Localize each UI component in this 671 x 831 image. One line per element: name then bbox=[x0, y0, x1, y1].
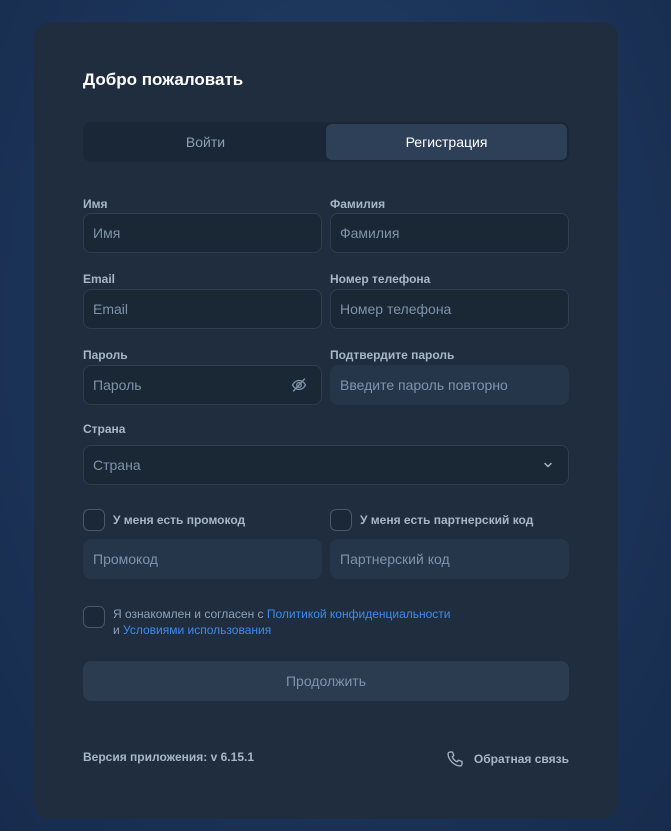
eye-off-icon[interactable] bbox=[291, 377, 307, 393]
app-version: Версия приложения: v 6.15.1 bbox=[83, 750, 254, 764]
feedback-link[interactable]: Обратная связь bbox=[446, 750, 569, 768]
confirm-password-label: Подтвердите пароль bbox=[330, 348, 455, 362]
partner-checkbox[interactable] bbox=[330, 509, 352, 531]
confirm-password-placeholder: Введите пароль повторно bbox=[340, 377, 508, 393]
promo-checkbox[interactable] bbox=[83, 509, 105, 531]
last-name-field[interactable]: Фамилия bbox=[330, 213, 569, 253]
page-title: Добро пожаловать bbox=[83, 70, 244, 89]
feedback-label: Обратная связь bbox=[473, 752, 569, 766]
country-label: Страна bbox=[83, 422, 126, 436]
email-label: Email bbox=[83, 272, 116, 286]
phone-field[interactable]: Номер телефона bbox=[330, 289, 569, 329]
password-placeholder: Пароль bbox=[93, 377, 142, 393]
promo-checkbox-label[interactable]: У меня есть промокод bbox=[113, 513, 245, 527]
consent-text: Я ознакомлен и согласен с Политикой конф… bbox=[113, 606, 533, 638]
consent-text-before: Я ознакомлен и согласен с bbox=[113, 607, 267, 621]
first-name-placeholder: Имя bbox=[93, 225, 121, 241]
country-select[interactable]: Страна bbox=[83, 445, 569, 485]
chevron-down-icon bbox=[542, 459, 554, 471]
tab-login[interactable]: Войти bbox=[85, 124, 326, 160]
first-name-field[interactable]: Имя bbox=[83, 213, 322, 253]
promo-code-field[interactable]: Промокод bbox=[83, 539, 322, 579]
last-name-placeholder: Фамилия bbox=[340, 225, 400, 241]
password-field[interactable]: Пароль bbox=[83, 365, 322, 405]
terms-of-use-link[interactable]: Условиями использования bbox=[123, 623, 271, 637]
country-value: Страна bbox=[93, 457, 141, 473]
auth-tabs: Войти Регистрация bbox=[83, 122, 569, 162]
consent-checkbox[interactable] bbox=[83, 606, 105, 628]
email-field[interactable]: Email bbox=[83, 289, 322, 329]
partner-code-field[interactable]: Партнерский код bbox=[330, 539, 569, 579]
continue-button[interactable]: Продолжить bbox=[83, 661, 569, 701]
phone-placeholder: Номер телефона bbox=[340, 301, 452, 317]
partner-checkbox-label[interactable]: У меня есть партнерский код bbox=[360, 513, 533, 527]
password-label: Пароль bbox=[83, 348, 128, 362]
email-placeholder: Email bbox=[93, 301, 129, 317]
confirm-password-field[interactable]: Введите пароль повторно bbox=[330, 365, 569, 405]
tab-register[interactable]: Регистрация bbox=[326, 124, 567, 160]
privacy-policy-link[interactable]: Политикой конфиденциальности bbox=[267, 607, 451, 621]
first-name-label: Имя bbox=[83, 197, 108, 211]
phone-icon bbox=[446, 750, 464, 768]
partner-code-placeholder: Партнерский код bbox=[340, 551, 450, 567]
promo-code-placeholder: Промокод bbox=[93, 551, 158, 567]
registration-card: Добро пожаловать Войти Регистрация Имя И… bbox=[34, 22, 618, 819]
phone-label: Номер телефона bbox=[330, 272, 431, 286]
consent-text-and: и bbox=[113, 623, 124, 637]
last-name-label: Фамилия bbox=[330, 197, 386, 211]
